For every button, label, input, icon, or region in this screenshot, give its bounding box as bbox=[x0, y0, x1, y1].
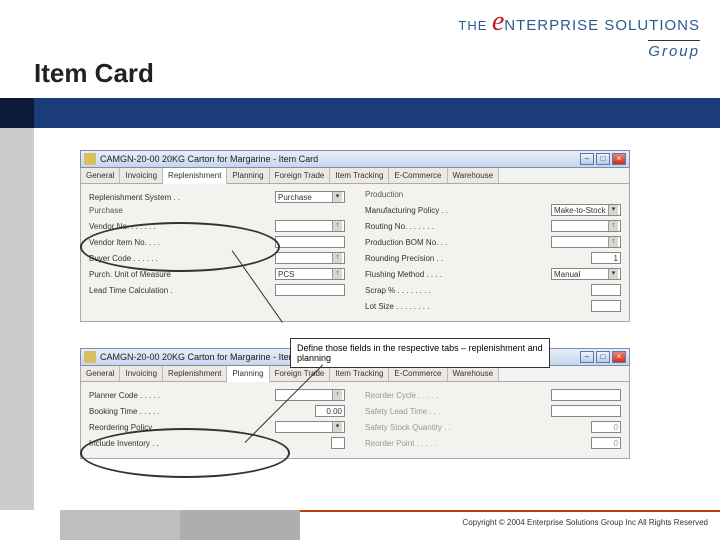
routing-no-field[interactable]: ↑ bbox=[551, 220, 621, 232]
left-stripe bbox=[0, 128, 34, 510]
annotation-circle-2 bbox=[80, 428, 290, 478]
callout-box: Define those fields in the respective ta… bbox=[290, 338, 550, 368]
minimize-button[interactable]: – bbox=[580, 153, 594, 165]
rounding-precision-field[interactable]: 1 bbox=[591, 252, 621, 264]
maximize-button[interactable]: □ bbox=[596, 153, 610, 165]
tab-warehouse[interactable]: Warehouse bbox=[448, 168, 500, 183]
logo-the: THE bbox=[458, 18, 487, 33]
vendor-item-no-field[interactable] bbox=[275, 236, 345, 248]
reorder-cycle-field[interactable] bbox=[551, 389, 621, 401]
reorder-cycle-label: Reorder Cycle . . . . . bbox=[365, 391, 551, 400]
footer: Copyright © 2004 Enterprise Solutions Gr… bbox=[0, 510, 720, 540]
annotation-circle-1 bbox=[80, 222, 280, 272]
window1-titlebar: CAMGN-20-00 20KG Carton for Margarine - … bbox=[80, 150, 630, 168]
dropdown-icon[interactable]: ▾ bbox=[608, 205, 618, 215]
tab-invoicing[interactable]: Invoicing bbox=[120, 366, 163, 381]
logo-group: Group bbox=[648, 40, 700, 60]
tab-replenishment[interactable]: Replenishment bbox=[163, 168, 227, 184]
lot-size-label: Lot Size . . . . . . . . bbox=[365, 302, 591, 311]
safety-lead-time-field[interactable] bbox=[551, 405, 621, 417]
tab-planning[interactable]: Planning bbox=[227, 168, 269, 183]
reorder-point-field[interactable]: 0 bbox=[591, 437, 621, 449]
lookup-icon[interactable]: ↑ bbox=[332, 221, 342, 231]
window1-tabs: GeneralInvoicingReplenishmentPlanningFor… bbox=[80, 168, 630, 184]
tab-item-tracking[interactable]: Item Tracking bbox=[330, 168, 389, 183]
safety-stock-qty-field[interactable]: 0 bbox=[591, 421, 621, 433]
lookup-icon[interactable]: ↑ bbox=[332, 253, 342, 263]
lead-time-label: Lead Time Calculation . bbox=[89, 286, 275, 295]
reordering-policy-field[interactable]: ▾ bbox=[275, 421, 345, 433]
prod-bom-field[interactable]: ↑ bbox=[551, 236, 621, 248]
production-section: Production bbox=[365, 190, 621, 199]
tab-e-commerce[interactable]: E-Commerce bbox=[389, 168, 447, 183]
lot-size-field[interactable] bbox=[591, 300, 621, 312]
lookup-icon[interactable]: ↑ bbox=[608, 221, 618, 231]
include-inventory-checkbox[interactable] bbox=[331, 437, 345, 449]
page-title: Item Card bbox=[34, 58, 154, 89]
prod-bom-label: Production BOM No. . . bbox=[365, 238, 551, 247]
dropdown-icon[interactable]: ▾ bbox=[332, 192, 342, 202]
lookup-icon[interactable]: ↑ bbox=[608, 237, 618, 247]
flushing-method-label: Flushing Method . . . . bbox=[365, 270, 551, 279]
booking-time-field[interactable]: 0.00 bbox=[315, 405, 345, 417]
purch-uom-field[interactable]: PCS↑ bbox=[275, 268, 345, 280]
scrap-pct-label: Scrap % . . . . . . . . bbox=[365, 286, 591, 295]
lookup-icon[interactable]: ↑ bbox=[332, 269, 342, 279]
rounding-precision-label: Rounding Precision . . bbox=[365, 254, 591, 263]
mfg-policy-field[interactable]: Make-to-Stock▾ bbox=[551, 204, 621, 216]
reorder-point-label: Reorder Point . . . . . bbox=[365, 439, 591, 448]
close-button[interactable]: × bbox=[612, 153, 626, 165]
purchase-section: Purchase bbox=[89, 206, 345, 215]
planner-code-label: Planner Code . . . . . bbox=[89, 391, 275, 400]
callout-text: Define those fields in the respective ta… bbox=[297, 343, 543, 363]
app-icon bbox=[84, 351, 96, 363]
replenishment-system-field[interactable]: Purchase▾ bbox=[275, 191, 345, 203]
logo-rest: NTERPRISE SOLUTIONS bbox=[504, 17, 700, 34]
app-icon bbox=[84, 153, 96, 165]
tab-foreign-trade[interactable]: Foreign Trade bbox=[270, 168, 331, 183]
copyright: Copyright © 2004 Enterprise Solutions Gr… bbox=[462, 518, 708, 527]
tab-planning[interactable]: Planning bbox=[227, 366, 269, 382]
tab-item-tracking[interactable]: Item Tracking bbox=[330, 366, 389, 381]
tab-replenishment[interactable]: Replenishment bbox=[163, 366, 227, 381]
tab-e-commerce[interactable]: E-Commerce bbox=[389, 366, 447, 381]
close-button[interactable]: × bbox=[612, 351, 626, 363]
tab-invoicing[interactable]: Invoicing bbox=[120, 168, 163, 183]
lookup-icon[interactable]: ↑ bbox=[332, 390, 342, 400]
maximize-button[interactable]: □ bbox=[596, 351, 610, 363]
booking-time-label: Booking Time . . . . . bbox=[89, 407, 315, 416]
brand-logo: THE eNTERPRISE SOLUTIONS Group bbox=[458, 6, 700, 61]
vendor-no-field[interactable]: ↑ bbox=[275, 220, 345, 232]
tab-general[interactable]: General bbox=[81, 366, 120, 381]
header-stripe bbox=[0, 98, 720, 128]
window1-title: CAMGN-20-00 20KG Carton for Margarine - … bbox=[100, 154, 580, 164]
buyer-code-field[interactable]: ↑ bbox=[275, 252, 345, 264]
tab-warehouse[interactable]: Warehouse bbox=[448, 366, 500, 381]
dropdown-icon[interactable]: ▾ bbox=[332, 422, 342, 432]
tab-general[interactable]: General bbox=[81, 168, 120, 183]
mfg-policy-label: Manufacturing Policy . . bbox=[365, 206, 551, 215]
safety-lead-time-label: Safety Lead Time . . . bbox=[365, 407, 551, 416]
tab-foreign-trade[interactable]: Foreign Trade bbox=[270, 366, 331, 381]
planner-code-field[interactable]: ↑ bbox=[275, 389, 345, 401]
safety-stock-qty-label: Safety Stock Quantity . . bbox=[365, 423, 591, 432]
flushing-method-field[interactable]: Manual▾ bbox=[551, 268, 621, 280]
scrap-pct-field[interactable] bbox=[591, 284, 621, 296]
lead-time-field[interactable] bbox=[275, 284, 345, 296]
dropdown-icon[interactable]: ▾ bbox=[608, 269, 618, 279]
minimize-button[interactable]: – bbox=[580, 351, 594, 363]
window2-tabs: GeneralInvoicingReplenishmentPlanningFor… bbox=[80, 366, 630, 382]
routing-no-label: Routing No. . . . . . . bbox=[365, 222, 551, 231]
replenishment-system-label: Replenishment System . . bbox=[89, 193, 275, 202]
logo-e-script: e bbox=[492, 6, 504, 37]
